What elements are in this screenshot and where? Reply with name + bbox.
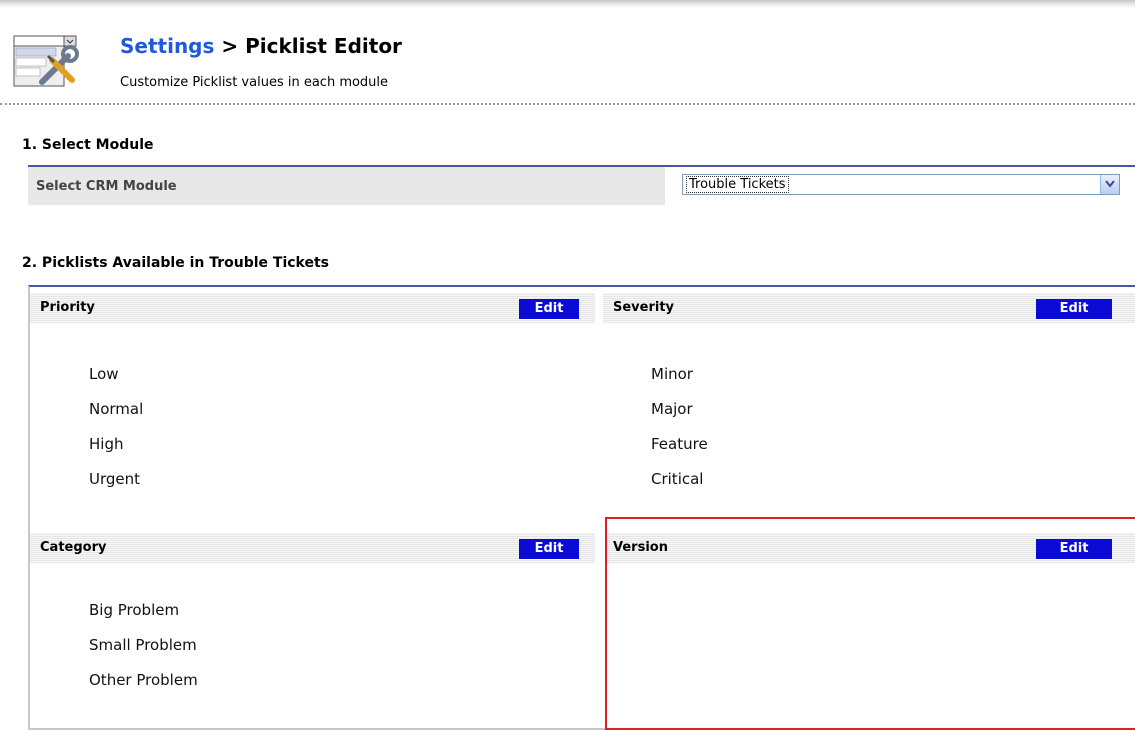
page-title-text: Picklist Editor [245,34,402,58]
edit-priority-button[interactable]: Edit [519,299,579,319]
picklist-values-severity: Minor Major Feature Critical [651,364,708,504]
list-item: Major [651,400,693,418]
list-item: Big Problem [89,601,180,619]
list-item: Other Problem [89,671,198,689]
header-divider [0,103,1135,105]
list-item: Critical [651,470,704,488]
select-module-row: Select CRM Module Trouble Tickets [28,165,1135,205]
list-item: Feature [651,435,708,453]
list-item: Small Problem [89,636,197,654]
breadcrumb-settings-link[interactable]: Settings [120,34,214,58]
page-header: Settings > Picklist Editor Customize Pic… [0,26,1135,106]
picklist-title-severity: Severity [613,300,675,315]
edit-severity-button[interactable]: Edit [1036,299,1112,319]
crm-module-select[interactable]: Trouble Tickets [682,174,1120,195]
page-title: Settings > Picklist Editor [120,34,402,58]
picklist-title-category: Category [40,540,107,555]
picklist-header-category: Category Edit [30,533,595,563]
module-select-cell: Trouble Tickets [665,167,1135,205]
breadcrumb-separator: > [221,34,239,58]
crm-module-select-value: Trouble Tickets [686,176,789,193]
select-module-heading: 1. Select Module [22,137,154,153]
chevron-down-icon[interactable] [1100,175,1119,194]
list-item: Urgent [89,470,141,488]
list-item: Low [89,365,119,383]
picklist-header-severity: Severity Edit [603,293,1135,323]
top-rule [0,0,1135,8]
select-crm-module-label: Select CRM Module [36,179,177,194]
version-highlight-box [605,517,1135,730]
picklist-values-priority: Low Normal High Urgent [89,364,143,504]
picklist-header-priority: Priority Edit [30,293,595,323]
settings-tools-icon [13,35,79,87]
picklist-title-priority: Priority [40,300,95,315]
list-item: Minor [651,365,693,383]
list-item: Normal [89,400,144,418]
picklists-heading: 2. Picklists Available in Trouble Ticket… [22,255,330,271]
page-subtitle: Customize Picklist values in each module [120,75,389,90]
list-item: High [89,435,124,453]
edit-category-button[interactable]: Edit [519,539,579,559]
picklist-values-category: Big Problem Small Problem Other Problem [89,600,198,705]
